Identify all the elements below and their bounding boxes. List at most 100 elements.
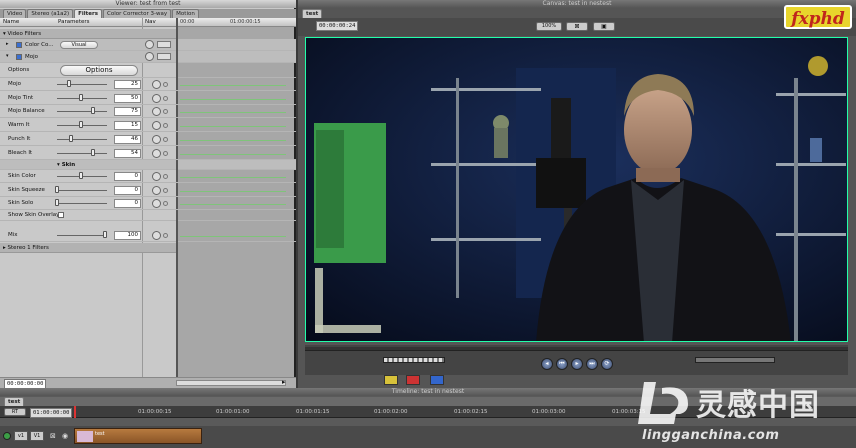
nav-arrow-icon[interactable] <box>163 109 168 115</box>
canvas-tab[interactable]: test <box>302 9 323 18</box>
mix-slider[interactable] <box>57 235 107 236</box>
keyframe-lane[interactable] <box>180 151 286 155</box>
tab-video[interactable]: Video <box>3 9 27 18</box>
keyframe-lane[interactable] <box>180 109 286 114</box>
view-mode-icon[interactable]: ⊠ <box>566 22 588 31</box>
jog-control[interactable] <box>695 357 775 363</box>
timeline-tab[interactable]: test <box>4 397 25 406</box>
mix-slider-thumb[interactable] <box>103 231 107 238</box>
overwrite-edit-icon[interactable] <box>406 375 420 385</box>
enable-checkbox[interactable] <box>16 54 22 60</box>
param-slider[interactable] <box>57 189 107 191</box>
keyframe-button[interactable] <box>152 185 161 195</box>
keyframe-lane[interactable] <box>180 174 286 178</box>
keyframe-lane[interactable] <box>180 137 286 141</box>
param-value[interactable]: 54 <box>114 148 141 158</box>
param-slider-thumb[interactable] <box>67 80 71 87</box>
auto-select-icon[interactable]: ◉ <box>62 432 68 440</box>
timeline-playhead[interactable] <box>74 406 76 418</box>
param-value[interactable]: 0 <box>114 199 141 208</box>
section-stereo-filters[interactable]: ▸ Stereo 1 Filters <box>0 243 176 253</box>
overlay-icon[interactable]: ▣ <box>593 22 615 31</box>
nav-arrow-icon[interactable] <box>163 187 168 193</box>
param-slider-thumb[interactable] <box>79 172 83 179</box>
keyframe-button[interactable] <box>152 172 161 181</box>
keyframe-lane[interactable] <box>180 188 286 192</box>
play-around-icon[interactable]: ⟳ <box>601 358 613 370</box>
keyframe-button[interactable] <box>152 148 161 158</box>
param-slider[interactable] <box>57 111 107 113</box>
play-in-to-out-icon[interactable]: ◂ <box>541 358 553 370</box>
param-value[interactable]: 75 <box>114 107 141 117</box>
options-button[interactable]: Options <box>60 65 138 76</box>
show-skin-overlay-checkbox[interactable] <box>58 212 64 218</box>
keyframe-lane[interactable] <box>180 233 286 237</box>
next-edit-icon[interactable]: ⏭ <box>586 358 598 370</box>
reset-icon[interactable] <box>145 52 154 61</box>
tab-motion[interactable]: Motion <box>172 9 199 18</box>
keyframe-button[interactable] <box>152 134 161 144</box>
keyframe-button[interactable] <box>152 121 161 131</box>
keyframe-lane[interactable] <box>180 201 286 205</box>
param-value[interactable]: 0 <box>114 185 141 195</box>
param-slider-thumb[interactable] <box>69 134 74 142</box>
source-track[interactable]: v1 <box>14 431 28 441</box>
nav-menu-icon[interactable] <box>157 41 171 48</box>
param-value[interactable]: 25 <box>114 80 141 89</box>
section-skin[interactable]: ▾ Skin <box>0 160 296 170</box>
param-slider-thumb[interactable] <box>79 93 83 101</box>
lock-icon[interactable]: ⊠ <box>50 432 56 440</box>
keyframe-lane[interactable] <box>180 123 286 128</box>
param-slider[interactable] <box>57 152 107 154</box>
param-value[interactable]: 0 <box>114 172 141 181</box>
tab-stereo[interactable]: Stereo (a1a2) <box>27 9 74 18</box>
canvas-video-frame[interactable] <box>305 37 848 342</box>
play-icon[interactable]: ▸ <box>571 358 583 370</box>
nav-arrow-icon[interactable] <box>163 95 168 101</box>
nav-arrow-icon[interactable] <box>163 136 168 142</box>
disclosure-right-icon[interactable]: ▸ <box>6 41 9 47</box>
play-icon[interactable]: ▸ <box>282 378 286 386</box>
keyframe-button[interactable] <box>152 199 161 208</box>
param-slider[interactable] <box>57 138 107 140</box>
zoom-popup[interactable]: 100% <box>536 22 562 31</box>
keyframe-button[interactable] <box>152 93 161 103</box>
horizontal-scrollbar[interactable] <box>176 380 286 386</box>
mix-value[interactable]: 100 <box>114 231 141 240</box>
timeline-clip[interactable]: test <box>74 428 202 444</box>
param-slider-thumb[interactable] <box>79 121 83 129</box>
keyframe-button[interactable] <box>152 80 161 89</box>
visual-button[interactable]: Visual <box>60 41 98 49</box>
canvas-scrubber-bar[interactable] <box>305 347 848 351</box>
keyframe-lane[interactable] <box>180 82 286 86</box>
disclosure-down-icon[interactable]: ▾ <box>6 53 9 59</box>
enable-checkbox[interactable] <box>16 42 22 48</box>
param-slider-thumb[interactable] <box>91 107 95 115</box>
section-video-filters[interactable]: ▾ Video Filters <box>0 29 176 39</box>
nav-arrow-icon[interactable] <box>163 82 168 87</box>
canvas-timecode[interactable]: 00:00:00:24 <box>316 21 359 31</box>
param-slider-thumb[interactable] <box>55 199 59 206</box>
shuttle-control[interactable] <box>383 357 445 363</box>
reset-icon[interactable] <box>145 40 154 49</box>
tab-color-corrector[interactable]: Color Corrector 3-way <box>103 9 172 18</box>
nav-arrow-icon[interactable] <box>163 123 168 129</box>
destination-track[interactable]: V1 <box>30 431 44 441</box>
insert-edit-icon[interactable] <box>384 375 398 385</box>
keyframe-button[interactable] <box>152 107 161 117</box>
keyframe-lane[interactable] <box>180 96 286 100</box>
param-slider-thumb[interactable] <box>91 148 95 156</box>
nav-arrow-icon[interactable] <box>163 201 168 206</box>
replace-edit-icon[interactable] <box>430 375 444 385</box>
nav-arrow-icon[interactable] <box>163 174 168 179</box>
param-slider[interactable] <box>57 203 107 204</box>
param-value[interactable]: 15 <box>114 121 141 131</box>
tab-filters[interactable]: Filters <box>74 9 102 18</box>
param-value[interactable]: 50 <box>114 93 141 103</box>
param-value[interactable]: 46 <box>114 134 141 144</box>
track-visibility-icon[interactable] <box>3 432 11 440</box>
rt-menu[interactable]: RT <box>4 408 26 416</box>
param-slider-thumb[interactable] <box>55 185 59 193</box>
param-slider[interactable] <box>57 84 107 85</box>
previous-edit-icon[interactable]: ⏮ <box>556 358 568 370</box>
